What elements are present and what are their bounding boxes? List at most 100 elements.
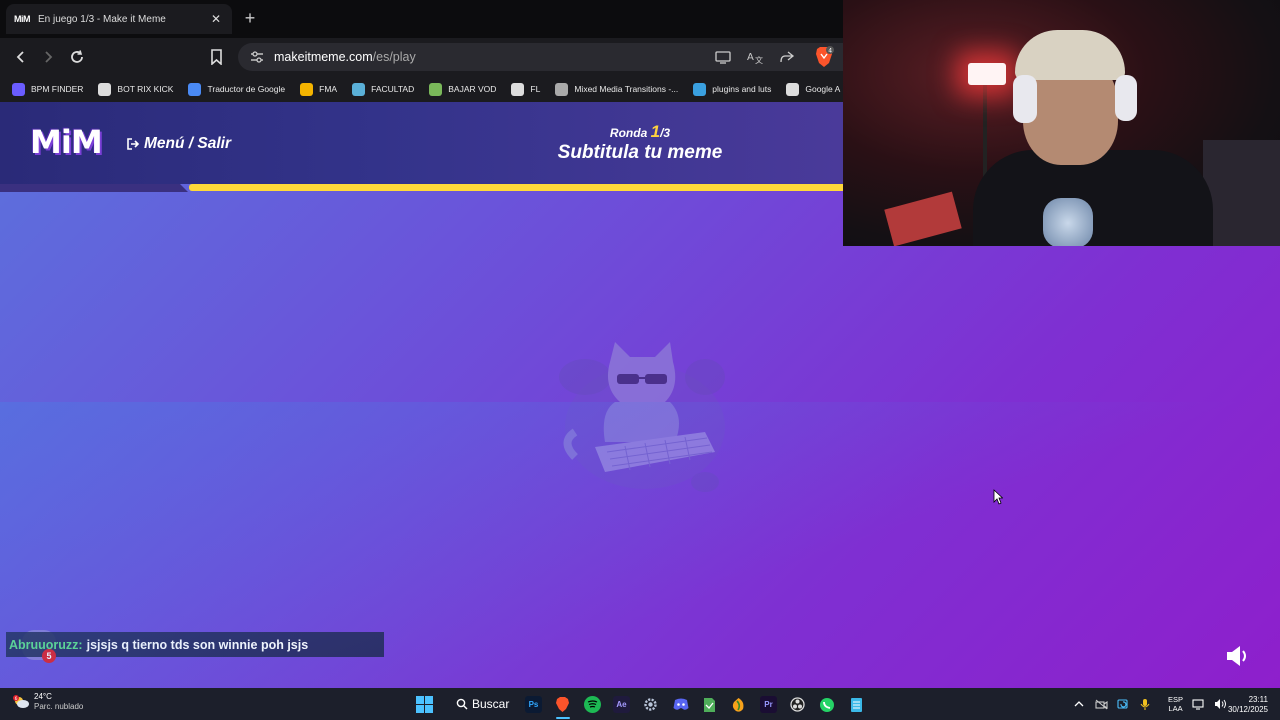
url-path: /es/play [372,50,416,64]
close-tab-icon[interactable]: ✕ [208,12,224,26]
bookmark-label: FMA [319,84,338,94]
clock-time: 23:11 [1248,695,1268,704]
round-label: Ronda [609,126,648,140]
browser-tab[interactable]: MiM En juego 1/3 - Make it Meme ✕ [6,4,232,34]
chevron-up-icon[interactable] [1072,697,1086,711]
active-app-indicator [556,717,570,719]
new-tab-icon[interactable]: + [241,8,259,28]
translate-icon[interactable]: A文 [746,48,764,66]
address-bar[interactable]: makeitmeme.com/es/play A文 4 [238,43,843,71]
search-label: Buscar [472,697,510,711]
language-indicator[interactable]: ESP LAA [1168,695,1183,713]
weather-desc: Parc. nublado [34,702,84,711]
premiere-icon[interactable]: Pr [760,696,777,713]
menu-exit-button[interactable]: Menú / Salir [126,135,231,153]
cloud-sun-icon: 6 [13,695,29,708]
round-current: 1 [650,122,661,141]
menu-exit-label: Menú / Salir [144,135,231,152]
sync-icon[interactable] [1116,697,1130,711]
bookmark-item[interactable]: FACULTAD [352,82,415,96]
webcam-book [884,191,962,246]
chat-badge: 5 [42,649,56,663]
weather-widget[interactable]: 6 24°C Parc. nublado [12,692,83,712]
external-icon [786,82,800,96]
bookmark-item[interactable]: Mixed Media Transitions -... [555,82,679,96]
bookmark-item[interactable]: plugins and luts [693,82,772,96]
browser-toolbar: makeitmeme.com/es/play A文 4 [0,38,843,76]
windows-taskbar: 6 24°C Parc. nublado Buscar Ps Ae Pr ESP… [0,688,1280,720]
bpm-icon [12,82,25,96]
bookmark-item[interactable]: BAJAR VOD [429,82,496,96]
tab-strip: MiM En juego 1/3 - Make it Meme ✕ + [0,0,843,38]
drive-icon [300,82,314,96]
mm-icon [555,82,569,96]
game-header: MiM Menú / Salir Ronda 1/3 Subtitula tu … [0,102,843,184]
system-tray: ESP LAA [1072,688,1235,720]
folder-icon [352,82,366,96]
url-text: makeitmeme.com/es/play [274,50,416,64]
vod-icon [429,82,443,96]
plugins-icon [693,82,707,96]
search-icon [456,698,468,710]
led-light [968,63,1006,85]
brave-icon[interactable] [554,696,571,713]
brave-shields-icon[interactable]: 4 [813,45,835,69]
whatsapp-icon[interactable] [818,696,835,713]
reload-icon[interactable] [66,46,88,68]
bookmark-icon[interactable] [205,46,227,68]
bookmark-label: FL [530,84,541,94]
bookmark-item[interactable]: FL [511,82,541,96]
webcam-curtain [1203,140,1280,246]
chat-overlay-message: Abruuoruzz: jsjsjs q tierno tds son winn… [6,632,384,657]
site-settings-icon[interactable] [244,51,270,63]
taskbar-clock[interactable]: 23:11 30/12/2025 [1224,695,1268,715]
obs-icon[interactable] [789,696,806,713]
bookmark-label: plugins and luts [712,84,772,94]
url-host: makeitmeme.com [274,50,373,64]
after-effects-icon[interactable]: Ae [613,696,630,713]
timer-progress-bar [189,184,843,191]
lang-variant: LAA [1168,704,1183,713]
streamer-body [973,150,1213,246]
webcam-overlay [843,0,1280,246]
fl-icon [511,82,525,96]
streamer-cap [1015,30,1125,80]
round-indicator: Ronda 1/3 [560,122,720,142]
bookmark-label: Traductor de Google [207,84,286,94]
network-icon[interactable] [1191,697,1205,711]
bookmark-label: Mixed Media Transitions -... [574,84,679,94]
taskbar-search-button[interactable]: Buscar [450,693,512,715]
fl-studio-icon[interactable] [730,696,747,713]
microphone-icon[interactable] [1138,697,1152,711]
mim-logo[interactable]: MiM [30,123,103,161]
weather-temp: 24°C [34,692,52,701]
windows-start-icon[interactable] [416,696,433,713]
bookmark-label: FACULTAD [371,84,415,94]
camera-off-icon[interactable] [1094,697,1108,711]
bookmark-item[interactable]: BPM FINDER [12,82,83,96]
share-icon[interactable] [778,48,796,66]
bookmark-item[interactable]: Traductor de Google [188,82,286,96]
notepad-icon[interactable] [848,696,865,713]
tab-title: En juego 1/3 - Make it Meme [38,13,166,25]
bookmark-item[interactable]: FMA [300,82,338,96]
brave-badge: 4 [828,48,832,55]
headphone-right [1115,75,1137,121]
spotify-icon[interactable] [584,696,601,713]
bookmark-item[interactable]: Google A [786,82,840,96]
back-arrow-icon[interactable] [10,46,32,68]
forward-arrow-icon[interactable] [37,46,59,68]
phase-title: Subtitula tu meme [557,142,723,163]
file-icon[interactable] [701,696,718,713]
exit-icon [127,138,140,150]
cast-icon[interactable] [714,48,732,66]
bookmark-item[interactable]: BOT RIX KICK [98,82,173,96]
headphone-left [1013,75,1037,123]
sound-toggle-icon[interactable] [1224,642,1252,670]
settings-icon[interactable] [642,696,659,713]
chat-message-text: jsjsjs q tierno tds son winnie poh jsjs [86,637,309,652]
lang-code: ESP [1168,695,1184,704]
discord-icon[interactable] [672,696,689,713]
photoshop-icon[interactable]: Ps [525,696,542,713]
clock-date: 30/12/2025 [1227,705,1268,714]
